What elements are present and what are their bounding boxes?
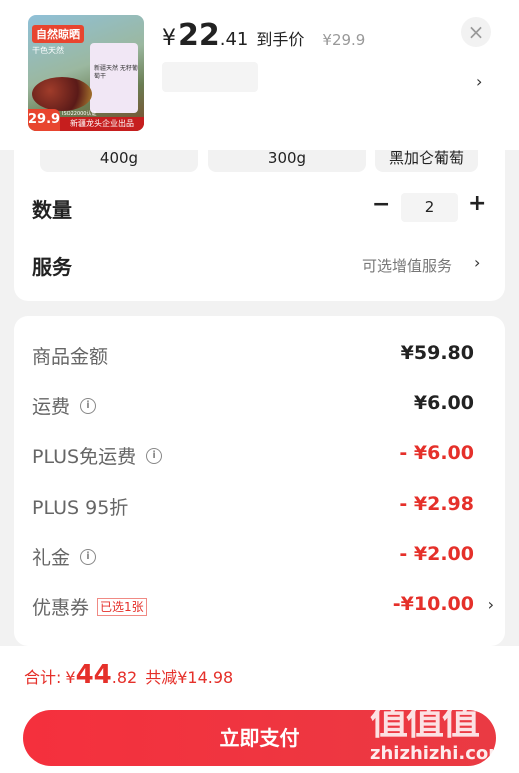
thumb-badge: 自然晾晒 (32, 25, 84, 43)
chevron-right-icon[interactable]: › (474, 253, 480, 272)
service-label: 服务 (32, 255, 72, 279)
fee-row-plus-discount: PLUS 95折 - ¥2.98 (32, 493, 492, 523)
watermark-text: zhizhizhi.com (370, 743, 508, 764)
product-thumbnail[interactable]: 自然晾晒 干色天然 新疆天然 无籽葡萄干 29.9 ISO22000认证 新疆龙… (28, 15, 144, 131)
fee-row-gift-money: 礼金 i - ¥2.00 (32, 543, 492, 573)
fee-breakdown-card: 商品金额 ¥59.80 运费 i ¥6.00 PLUS免运费 i - ¥6.00 P… (14, 316, 505, 646)
fee-label: PLUS免运费 i (32, 442, 163, 469)
chevron-right-icon[interactable]: › (488, 595, 494, 614)
fee-label: PLUS 95折 (32, 497, 129, 519)
price-decimal: .41 (219, 29, 249, 50)
plus-icon[interactable]: + (468, 191, 486, 216)
fee-label: 优惠券 已选1张 (32, 593, 147, 620)
thumb-fruit-image (32, 77, 92, 111)
close-icon[interactable]: × (461, 17, 491, 47)
fee-row-goods-amount: 商品金额 ¥59.80 (32, 342, 492, 372)
price-line: ¥ 22 .41 到手价 ¥29.9 (162, 18, 366, 53)
info-icon[interactable]: i (146, 447, 163, 464)
service-value[interactable]: 可选增值服务 (362, 255, 452, 276)
fee-row-coupon[interactable]: 优惠券 已选1张 -¥10.00 › (32, 593, 494, 623)
selected-spec-placeholder[interactable] (162, 62, 258, 92)
fee-label: 运费 i (32, 392, 97, 419)
fee-value: ¥6.00 (413, 392, 474, 414)
info-icon[interactable]: i (80, 548, 97, 565)
minus-icon[interactable]: − (372, 192, 390, 217)
total-integer: 44 (75, 660, 112, 690)
product-header: 自然晾晒 干色天然 新疆天然 无籽葡萄干 29.9 ISO22000认证 新疆龙… (0, 0, 519, 150)
thumb-cert: ISO22000认证 (62, 111, 97, 117)
spec-chip-400g[interactable]: 400g (40, 150, 198, 172)
fee-label: 礼金 i (32, 543, 97, 570)
info-icon[interactable]: i (80, 397, 97, 414)
total-label: 合计: (24, 668, 62, 687)
quantity-input[interactable]: 2 (401, 193, 458, 222)
thumb-brand: 新疆龙头企业出品 (60, 117, 144, 131)
price-symbol: ¥ (162, 26, 176, 51)
fee-value: - ¥2.00 (399, 543, 474, 565)
fee-value: -¥10.00 (392, 593, 474, 615)
fee-value: ¥59.80 (400, 342, 474, 364)
chevron-right-icon[interactable]: › (476, 72, 482, 91)
arrive-price-label: 到手价 (256, 30, 305, 49)
price-integer: 22 (178, 18, 220, 53)
fee-row-shipping: 运费 i ¥6.00 (32, 392, 492, 422)
options-card: 400g 300g 黑加仑葡萄 数量 − 2 + 服务 可选增值服务 › (14, 150, 505, 301)
total-line: 合计: ¥ 44 .82 共减¥14.98 (24, 660, 233, 690)
thumb-package: 新疆天然 无籽葡萄干 (90, 43, 138, 113)
spec-chip-blackcurrant[interactable]: 黑加仑葡萄 (375, 150, 478, 172)
quantity-label: 数量 (32, 198, 72, 222)
total-symbol: ¥ (65, 668, 76, 687)
spec-chip-300g[interactable]: 300g (208, 150, 366, 172)
fee-row-plus-free-shipping: PLUS免运费 i - ¥6.00 (32, 442, 492, 472)
thumb-pack-text: 新疆天然 无籽葡萄干 (94, 65, 138, 80)
fee-value: - ¥2.98 (399, 493, 474, 515)
fee-value: - ¥6.00 (399, 442, 474, 464)
watermark-logo: 值值值 (370, 699, 480, 743)
total-decimal: .82 (111, 668, 138, 687)
thumb-price: 29.9 (28, 109, 60, 131)
coupon-tag: 已选1张 (97, 597, 147, 616)
thumb-badge-sub: 干色天然 (32, 46, 64, 55)
original-price: ¥29.9 (322, 31, 366, 49)
total-saved: 共减¥14.98 (145, 668, 234, 687)
fee-label: 商品金额 (32, 346, 109, 368)
